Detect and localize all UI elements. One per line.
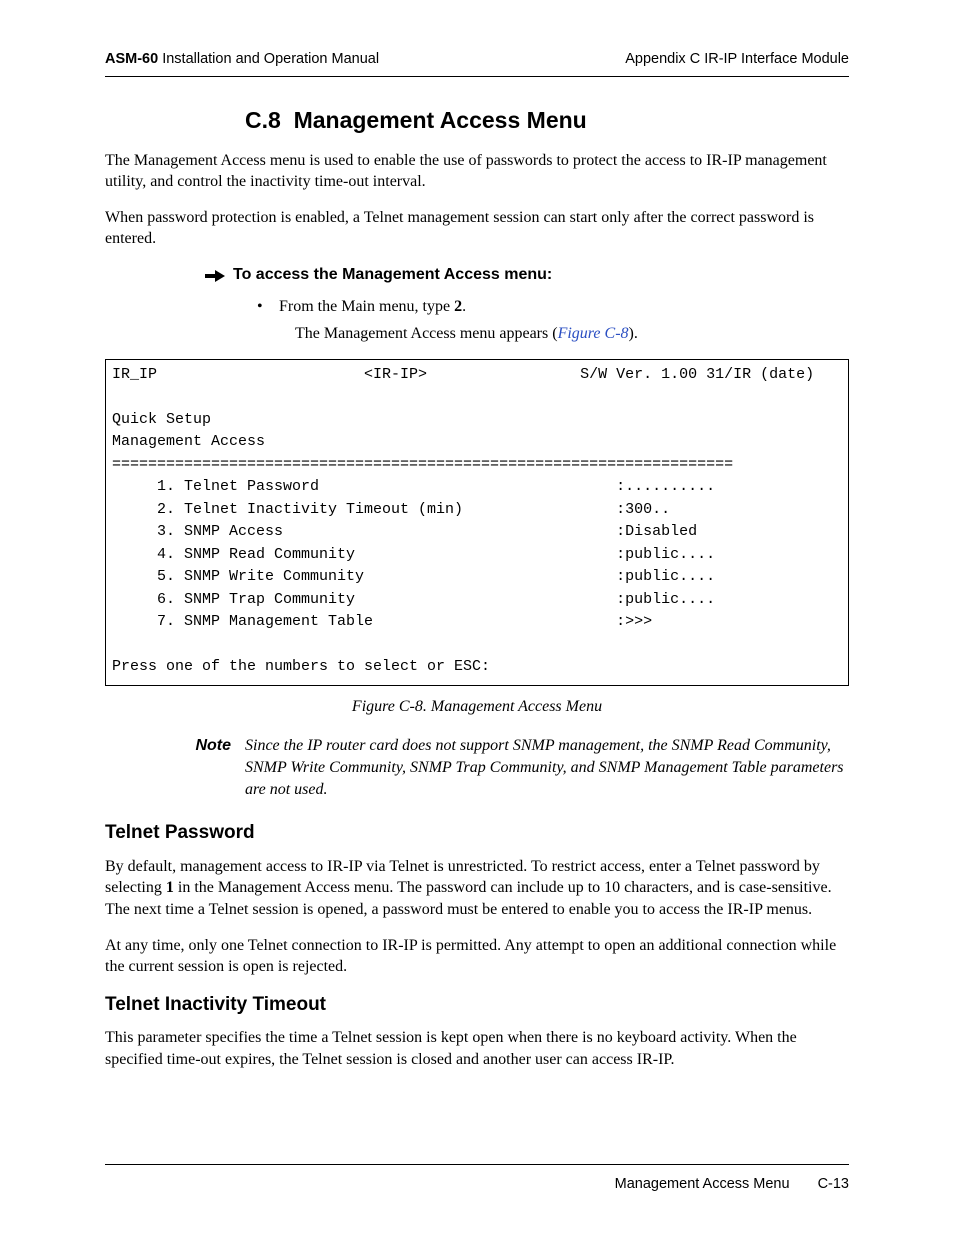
page-footer: Management Access Menu C-13 bbox=[105, 1164, 849, 1195]
procedure-step-text: From the Main menu, type 2. bbox=[279, 296, 466, 318]
procedure-heading-row: To access the Management Access menu: bbox=[205, 264, 849, 290]
note-body: Since the IP router card does not suppor… bbox=[245, 735, 849, 800]
page-header: ASM-60 Installation and Operation Manual… bbox=[105, 50, 849, 77]
figure-crossref[interactable]: Figure C-8 bbox=[558, 325, 629, 342]
intro-para-2: When password protection is enabled, a T… bbox=[105, 207, 849, 250]
figure-caption: Figure C-8. Management Access Menu bbox=[105, 696, 849, 718]
section-title: Management Access Menu bbox=[294, 107, 587, 133]
note-label: Note bbox=[105, 735, 245, 757]
telnet-password-para-2: At any time, only one Telnet connection … bbox=[105, 935, 849, 978]
section-heading: C.8 Management Access Menu bbox=[245, 105, 849, 136]
footer-page: C-13 bbox=[818, 1175, 849, 1195]
subheading-telnet-password: Telnet Password bbox=[105, 820, 849, 846]
footer-title: Management Access Menu bbox=[615, 1175, 790, 1195]
procedure-heading: To access the Management Access menu: bbox=[233, 264, 552, 286]
subheading-telnet-timeout: Telnet Inactivity Timeout bbox=[105, 992, 849, 1018]
manual-name: Installation and Operation Manual bbox=[158, 51, 379, 67]
intro-para-1: The Management Access menu is used to en… bbox=[105, 150, 849, 193]
header-left: ASM-60 Installation and Operation Manual bbox=[105, 50, 379, 70]
note-block: Note Since the IP router card does not s… bbox=[105, 735, 849, 800]
telnet-timeout-para-1: This parameter specifies the time a Teln… bbox=[105, 1027, 849, 1070]
terminal-screen: IR_IP <IR-IP> S/W Ver. 1.00 31/IR (date)… bbox=[105, 359, 849, 686]
bullet-icon: • bbox=[257, 296, 279, 318]
product-name: ASM-60 bbox=[105, 51, 158, 67]
telnet-password-para-1: By default, management access to IR-IP v… bbox=[105, 856, 849, 921]
header-right: Appendix C IR-IP Interface Module bbox=[625, 50, 849, 70]
procedure-result: The Management Access menu appears (Figu… bbox=[295, 323, 849, 345]
procedure-step: • From the Main menu, type 2. bbox=[257, 296, 849, 318]
section-number: C.8 bbox=[245, 107, 281, 133]
arrow-icon bbox=[205, 268, 233, 290]
